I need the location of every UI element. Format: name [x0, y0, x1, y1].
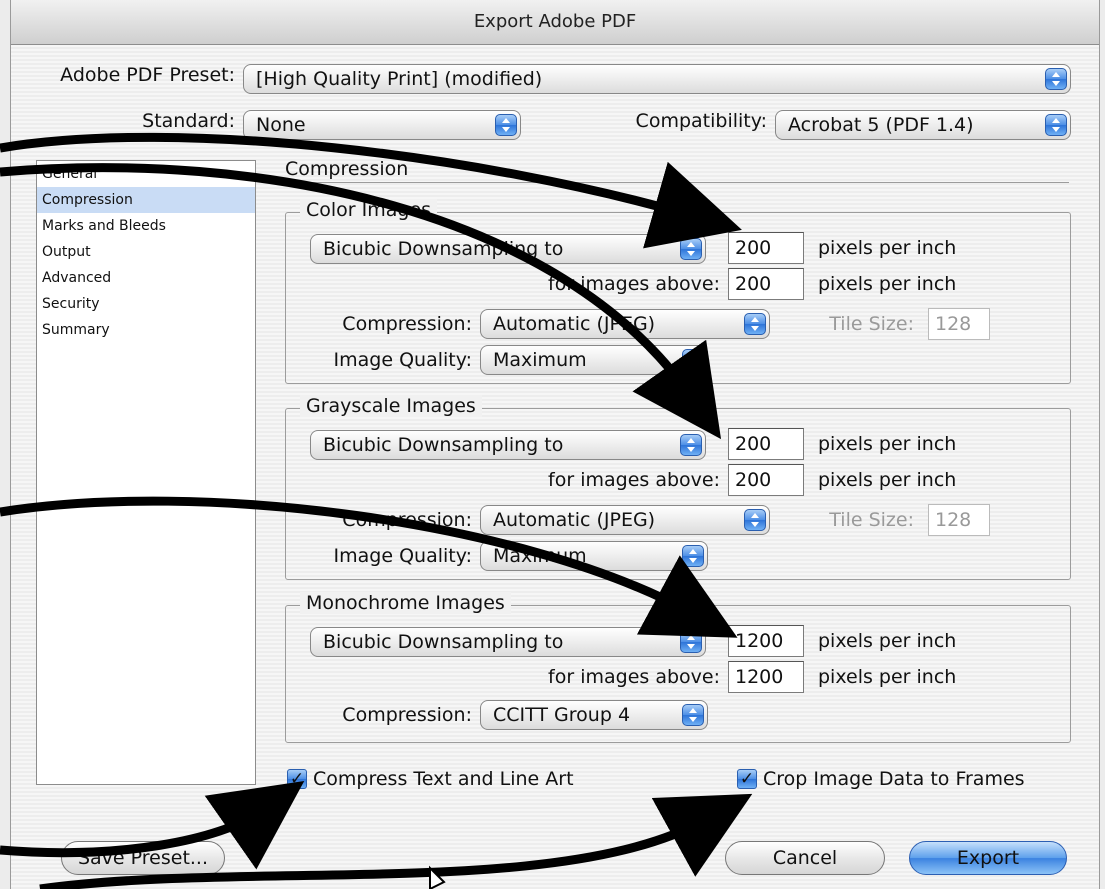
arrow-to-monochrome-ppi: [0, 496, 738, 638]
arrow-to-grayscale-ppi: [0, 163, 722, 440]
annotation-arrows: [0, 132, 753, 889]
arrow-to-color-ppi: [0, 132, 742, 249]
arrow-to-compress-text: [0, 781, 305, 870]
arrow-to-crop-image: [39, 793, 753, 889]
